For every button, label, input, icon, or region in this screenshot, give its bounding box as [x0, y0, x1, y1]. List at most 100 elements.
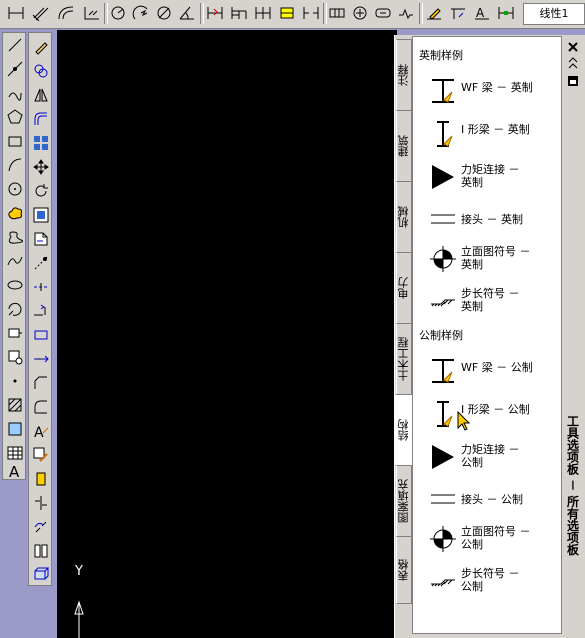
dim-baseline-icon[interactable] — [229, 3, 249, 23]
make-block-icon[interactable] — [5, 323, 25, 343]
dim-style-icon[interactable] — [496, 3, 516, 23]
dim-angular-icon[interactable] — [177, 3, 197, 23]
hatch-icon[interactable] — [5, 371, 25, 391]
erase-icon[interactable] — [31, 37, 51, 57]
line-icon[interactable] — [5, 35, 25, 55]
dim-text-edit-icon[interactable] — [448, 3, 468, 23]
tool-elevation-symbol-metric[interactable]: 立面图符号 － 公制 — [429, 521, 559, 561]
fillet-icon[interactable] — [31, 397, 51, 417]
break-icon[interactable] — [31, 325, 51, 345]
tab-structural[interactable]: 结构 — [395, 394, 413, 466]
3d-icon[interactable] — [31, 563, 51, 583]
dim-aligned-icon[interactable] — [30, 3, 50, 23]
polygon-icon[interactable] — [5, 107, 25, 127]
drawing-canvas[interactable] — [57, 30, 397, 638]
jogged-linear-icon[interactable] — [396, 3, 416, 23]
chamfer-icon[interactable] — [31, 373, 51, 393]
center-mark-icon[interactable] — [350, 3, 370, 23]
dimstyle-dropdown[interactable]: 线性1 — [523, 3, 585, 25]
construction-line-icon[interactable] — [5, 59, 25, 79]
align-icon[interactable] — [31, 493, 51, 513]
dimension-toolbar: A 线性1 — [0, 0, 585, 29]
point-icon[interactable] — [5, 347, 25, 367]
edit-icon[interactable] — [31, 445, 51, 465]
insert-block-icon[interactable] — [5, 299, 25, 319]
dim-continue-icon[interactable] — [253, 3, 273, 23]
dim-space-icon[interactable] — [277, 3, 297, 23]
step-symbol-icon — [429, 563, 457, 599]
rectangle-icon[interactable] — [5, 131, 25, 151]
dim-quick-icon[interactable] — [205, 3, 225, 23]
moment-connection-icon — [429, 439, 457, 475]
dim-diameter-icon[interactable] — [154, 3, 174, 23]
copy-icon[interactable] — [31, 61, 51, 81]
explode-icon[interactable]: A — [31, 421, 51, 441]
tab-electrical[interactable]: 电力 — [396, 252, 412, 324]
tab-architectural[interactable]: 建筑 — [396, 110, 412, 182]
stretch-icon[interactable] — [31, 229, 51, 249]
mirror-icon[interactable] — [31, 85, 51, 105]
tool-moment-connection-imperial[interactable]: 力矩连接 － 英制 — [429, 159, 559, 199]
tool-joint-imperial[interactable]: 接头 － 英制 — [429, 201, 559, 241]
properties-icon[interactable] — [567, 72, 579, 86]
move-icon[interactable] — [31, 157, 51, 177]
offset-icon[interactable] — [31, 109, 51, 129]
i-beam-icon — [429, 117, 457, 153]
tolerance-icon[interactable] — [327, 3, 347, 23]
trim-icon[interactable] — [31, 253, 51, 273]
palette-titlebar: 工具选项板 － 所有选项板 — [562, 35, 584, 638]
tool-palette: 注释 建筑 机械 电力 土木工程 结构 图案填充 表格 英制样例 WF 梁 － … — [394, 35, 585, 638]
polyline-icon[interactable] — [5, 83, 25, 103]
scale-icon[interactable] — [31, 205, 51, 225]
extend-icon[interactable] — [31, 277, 51, 297]
tab-hatches[interactable]: 图案填充 — [396, 465, 412, 537]
inspect-icon[interactable] — [373, 3, 393, 23]
tool-moment-connection-metric[interactable]: 力矩连接 － 公制 — [429, 439, 559, 479]
tool-wf-beam-metric[interactable]: WF 梁 － 公制 — [429, 355, 559, 395]
mtext-icon[interactable]: A — [5, 461, 25, 481]
tab-civil[interactable]: 土木工程 — [396, 323, 412, 395]
dim-jogged-icon[interactable] — [131, 3, 151, 23]
circle-icon[interactable] — [5, 179, 25, 199]
join-icon[interactable] — [31, 349, 51, 369]
array-icon[interactable] — [31, 133, 51, 153]
ellipse-arc-icon[interactable] — [5, 275, 25, 295]
region-icon[interactable] — [5, 419, 25, 439]
wf-beam-icon — [429, 75, 457, 111]
lengthen-icon[interactable] — [31, 517, 51, 537]
svg-text:A: A — [9, 463, 20, 479]
revision-cloud-icon[interactable] — [5, 203, 25, 223]
spline-icon[interactable] — [5, 227, 25, 247]
draw-toolbar: A — [2, 32, 26, 480]
tool-i-beam-metric[interactable]: I 形梁 － 公制 — [429, 397, 559, 437]
tool-wf-beam-imperial[interactable]: WF 梁 － 英制 — [429, 75, 559, 115]
dim-ordinate-icon[interactable] — [82, 3, 102, 23]
tab-tables[interactable]: 表格 — [396, 536, 412, 604]
tool-i-beam-imperial[interactable]: I 形梁 － 英制 — [429, 117, 559, 157]
attribute-icon[interactable] — [31, 469, 51, 489]
table-icon[interactable] — [5, 443, 25, 463]
arc-icon[interactable] — [5, 155, 25, 175]
close-icon[interactable] — [567, 38, 579, 52]
tool-elevation-symbol-imperial[interactable]: 立面图符号 － 英制 — [429, 241, 559, 281]
rotate-icon[interactable] — [31, 181, 51, 201]
pedit-icon[interactable] — [31, 541, 51, 561]
joint-icon — [429, 481, 457, 517]
section-header-metric: 公制样例 — [419, 329, 463, 342]
tab-annotation[interactable]: 注释 — [396, 39, 412, 111]
dim-edit-icon[interactable] — [424, 3, 444, 23]
tool-step-symbol-imperial[interactable]: 步长符号 － 英制 — [429, 283, 559, 323]
break-at-point-icon[interactable] — [31, 301, 51, 321]
dim-update-icon[interactable]: A — [472, 3, 492, 23]
palette-title: 工具选项板 － 所有选项板 — [565, 415, 580, 556]
tool-step-symbol-metric[interactable]: 步长符号 － 公制 — [429, 563, 559, 603]
tab-mechanical[interactable]: 机械 — [396, 181, 412, 253]
ellipse-icon[interactable] — [5, 251, 25, 271]
tool-joint-metric[interactable]: 接头 － 公制 — [429, 481, 559, 521]
dim-radius-icon[interactable] — [108, 3, 128, 23]
dim-linear-icon[interactable] — [6, 3, 26, 23]
dim-break-icon[interactable] — [301, 3, 321, 23]
dim-arc-icon[interactable] — [56, 3, 76, 23]
gradient-icon[interactable] — [5, 395, 25, 415]
autohide-icon[interactable] — [567, 54, 579, 69]
